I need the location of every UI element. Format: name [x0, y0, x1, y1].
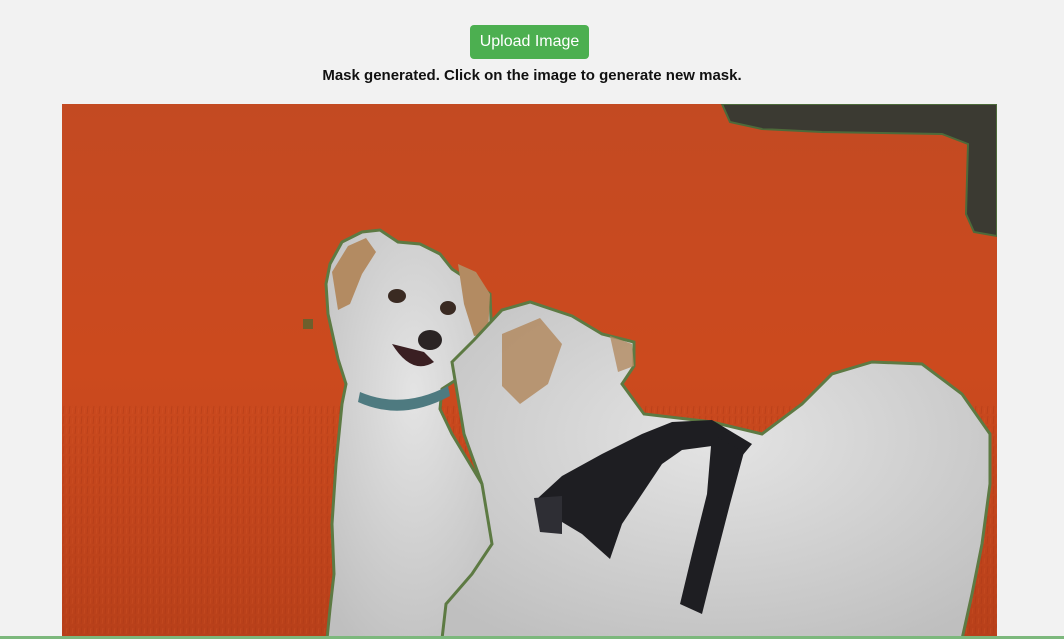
image-canvas[interactable]	[62, 104, 997, 639]
app-page: Upload Image Mask generated. Click on th…	[0, 0, 1064, 639]
upload-image-button[interactable]: Upload Image	[470, 25, 589, 59]
status-message: Mask generated. Click on the image to ge…	[322, 67, 742, 84]
